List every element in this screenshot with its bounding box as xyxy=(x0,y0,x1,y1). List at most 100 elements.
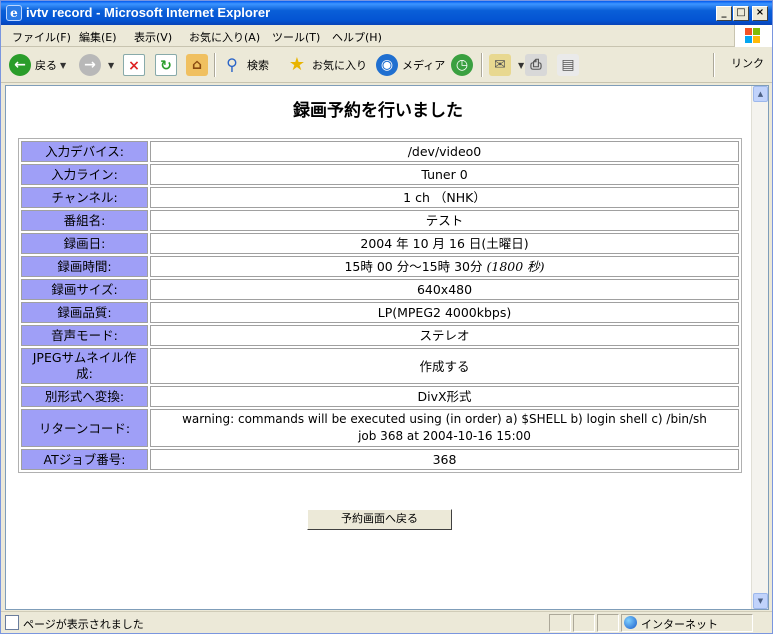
window-title: ivtv record - Microsoft Internet Explore… xyxy=(26,5,271,20)
chevron-down-icon[interactable]: ▼ xyxy=(60,61,66,70)
row-value: ステレオ xyxy=(150,325,739,346)
menu-view[interactable]: 表示(V) xyxy=(134,29,172,45)
media-button[interactable]: ◉ メディア xyxy=(376,52,445,78)
security-zone: インターネット xyxy=(641,618,718,631)
browser-window: e ivtv record - Microsoft Internet Explo… xyxy=(0,0,773,634)
scroll-down-button[interactable]: ▼ xyxy=(753,593,768,609)
minimize-button[interactable]: _ xyxy=(716,6,732,21)
maximize-button[interactable]: □ xyxy=(733,6,749,21)
links-button[interactable]: リンク xyxy=(731,55,764,71)
time-range: 15時 00 分〜15時 30分 xyxy=(344,259,483,274)
edit-page-icon: ▤ xyxy=(557,54,579,76)
row-label: JPEGサムネイル作成: xyxy=(21,348,148,384)
page-heading: 録画予約を行いました xyxy=(293,101,463,121)
recording-info-table: 入力デバイス:/dev/video0 入力ライン: Tuner 0 チャンネル: 1… xyxy=(18,138,742,473)
table-row: 音声モード: ステレオ xyxy=(21,325,739,346)
favorites-button[interactable]: ★ お気に入り xyxy=(286,52,367,78)
toolbar-separator xyxy=(214,53,216,77)
home-icon: ⌂ xyxy=(186,54,208,76)
edit-button[interactable]: ▤ xyxy=(557,52,583,78)
status-pane xyxy=(549,614,571,632)
toolbar: ← 戻る ▼ → ▼ × ↻ ⌂ ⚲ 検索 ★ お気に入り ◉ メディア ◷ ✉… xyxy=(1,47,772,83)
scroll-up-button[interactable]: ▲ xyxy=(753,86,768,102)
media-globe-icon: ◉ xyxy=(376,54,398,76)
vertical-scrollbar[interactable]: ▲ ▼ xyxy=(751,86,768,609)
row-label: 別形式へ変換: xyxy=(21,386,148,407)
chevron-down-icon[interactable]: ▼ xyxy=(518,61,524,70)
forward-button[interactable]: → ▼ xyxy=(79,52,114,78)
row-label: 録画時間: xyxy=(21,256,148,277)
status-pane xyxy=(597,614,619,632)
home-button[interactable]: ⌂ xyxy=(186,52,212,78)
back-to-reservation-button[interactable]: 予約画面へ戻る xyxy=(307,509,452,530)
row-label: 録画品質: xyxy=(21,302,148,323)
status-pane xyxy=(573,614,595,632)
row-label: ATジョブ番号: xyxy=(21,449,148,470)
close-button[interactable]: × xyxy=(752,6,768,21)
row-label: 入力ライン: xyxy=(21,164,148,185)
mail-icon: ✉ xyxy=(489,54,511,76)
row-label: チャンネル: xyxy=(21,187,148,208)
stop-button[interactable]: × xyxy=(123,52,149,78)
menu-help[interactable]: ヘルプ(H) xyxy=(332,29,382,45)
row-value: 640x480 xyxy=(150,279,739,300)
back-arrow-icon: ← xyxy=(9,54,31,76)
row-value: 2004 年 10 月 16 日(土曜日) xyxy=(150,233,739,254)
table-row: 録画時間: 15時 00 分〜15時 30分 (1800 秒) xyxy=(21,256,739,277)
toolbar-separator xyxy=(481,53,483,77)
menu-tools[interactable]: ツール(T) xyxy=(272,29,320,45)
table-row: 入力デバイス:/dev/video0 xyxy=(21,141,739,162)
row-label: リターンコード: xyxy=(21,409,148,447)
row-value: LP(MPEG2 4000kbps) xyxy=(150,302,739,323)
row-value: 作成する xyxy=(150,348,739,384)
history-button[interactable]: ◷ xyxy=(451,52,477,78)
row-value: /dev/video0 xyxy=(150,141,739,162)
job-info-line: job 368 at 2004-10-16 15:00 xyxy=(358,429,531,443)
row-value: 368 xyxy=(150,449,739,470)
row-value: DivX形式 xyxy=(150,386,739,407)
row-label: 録画日: xyxy=(21,233,148,254)
chevron-down-icon[interactable]: ▼ xyxy=(108,61,114,70)
back-button[interactable]: ← 戻る ▼ xyxy=(9,52,66,78)
star-icon: ★ xyxy=(288,54,306,75)
print-icon: ⎙ xyxy=(525,54,547,76)
table-row: ATジョブ番号: 368 xyxy=(21,449,739,470)
globe-icon xyxy=(624,616,637,629)
menu-favorites[interactable]: お気に入り(A) xyxy=(189,29,260,45)
menu-edit[interactable]: 編集(E) xyxy=(79,29,117,45)
table-row: 番組名: テスト xyxy=(21,210,739,231)
print-button[interactable]: ⎙ xyxy=(525,52,551,78)
row-value: Tuner 0 xyxy=(150,164,739,185)
row-value: warning: commands will be executed using… xyxy=(150,409,739,447)
table-row: 別形式へ変換: DivX形式 xyxy=(21,386,739,407)
row-value: テスト xyxy=(150,210,739,231)
stop-icon: × xyxy=(123,54,145,76)
table-row: 入力ライン: Tuner 0 xyxy=(21,164,739,185)
table-row: 録画日: 2004 年 10 月 16 日(土曜日) xyxy=(21,233,739,254)
status-bar: ページが表示されました インターネット xyxy=(1,611,772,633)
refresh-button[interactable]: ↻ xyxy=(155,52,181,78)
mail-button[interactable]: ✉ ▼ xyxy=(489,52,524,78)
history-icon: ◷ xyxy=(451,54,473,76)
table-row: 録画サイズ: 640x480 xyxy=(21,279,739,300)
row-label: 入力デバイス: xyxy=(21,141,148,162)
table-row: JPEGサムネイル作成: 作成する xyxy=(21,348,739,384)
search-button[interactable]: ⚲ 検索 xyxy=(221,52,269,78)
page-icon xyxy=(5,615,19,630)
ie-icon: e xyxy=(6,5,22,21)
row-value: 15時 00 分〜15時 30分 (1800 秒) xyxy=(150,256,739,277)
return-code-line: warning: commands will be executed using… xyxy=(182,412,707,426)
page-viewport: 録画予約を行いました 入力デバイス:/dev/video0 入力ライン: Tune… xyxy=(5,85,769,610)
menu-file[interactable]: ファイル(F) xyxy=(12,29,71,45)
table-row: リターンコード: warning: commands will be execut… xyxy=(21,409,739,447)
duration-seconds: (1800 秒) xyxy=(486,259,545,274)
title-bar[interactable]: e ivtv record - Microsoft Internet Explo… xyxy=(1,1,772,25)
status-text: ページが表示されました xyxy=(23,618,144,631)
windows-logo-icon xyxy=(734,25,772,47)
menu-bar: ファイル(F) 編集(E) 表示(V) お気に入り(A) ツール(T) ヘルプ(… xyxy=(1,25,772,47)
table-row: チャンネル: 1 ch （NHK） xyxy=(21,187,739,208)
toolbar-separator xyxy=(713,53,715,77)
row-label: 番組名: xyxy=(21,210,148,231)
row-label: 録画サイズ: xyxy=(21,279,148,300)
refresh-icon: ↻ xyxy=(155,54,177,76)
